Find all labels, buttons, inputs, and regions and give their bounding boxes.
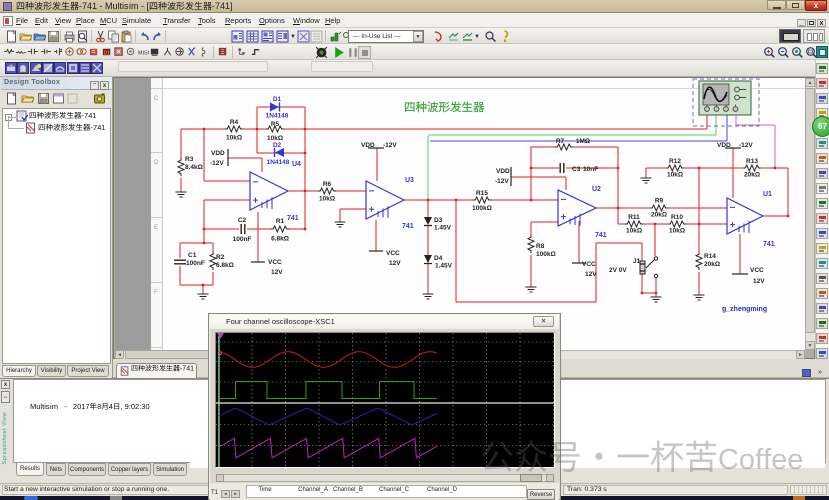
svg-text:R4: R4 [230, 119, 239, 126]
svg-text:U4: U4 [292, 161, 301, 168]
svg-text:-12V: -12V [383, 142, 397, 149]
svg-text:R1: R1 [276, 218, 285, 225]
svg-text:R10: R10 [671, 214, 683, 221]
svg-text:C: C [718, 444, 739, 476]
svg-text:1N4148: 1N4148 [266, 113, 289, 120]
svg-text:e: e [771, 444, 787, 476]
svg-text:D2: D2 [273, 142, 282, 149]
svg-text:12V: 12V [753, 278, 765, 285]
svg-text:1MΩ: 1MΩ [576, 138, 590, 145]
svg-text:D1: D1 [273, 96, 282, 103]
svg-text:C1: C1 [188, 252, 197, 259]
svg-text:R14: R14 [704, 253, 716, 260]
svg-text:U2: U2 [592, 186, 601, 193]
svg-text:VDD: VDD [361, 142, 375, 149]
svg-text:R7: R7 [556, 138, 565, 145]
svg-text:100nF: 100nF [186, 260, 205, 267]
svg-text:6.8kΩ: 6.8kΩ [271, 236, 289, 243]
svg-text:100nF: 100nF [233, 236, 252, 243]
svg-text:6.8kΩ: 6.8kΩ [216, 262, 234, 269]
svg-text:12V: 12V [389, 260, 401, 267]
svg-text:1N4148: 1N4148 [267, 159, 290, 166]
svg-text:10kΩ: 10kΩ [669, 228, 685, 235]
svg-text:g_zhengming: g_zhengming [722, 306, 767, 313]
svg-text:10nF: 10nF [583, 166, 598, 173]
svg-text:741: 741 [287, 215, 299, 222]
svg-text:R5: R5 [271, 121, 280, 128]
svg-text:R3: R3 [185, 156, 194, 163]
svg-text:100kΩ: 100kΩ [472, 205, 492, 212]
svg-text:10kΩ: 10kΩ [267, 135, 283, 142]
svg-text:VCC: VCC [386, 250, 400, 257]
svg-text:R6: R6 [323, 181, 332, 188]
svg-text:e: e [787, 444, 803, 476]
svg-text:1.45V: 1.45V [435, 263, 453, 270]
svg-text:U1: U1 [763, 191, 772, 198]
svg-text:D3: D3 [434, 217, 443, 224]
svg-text:-12V: -12V [739, 142, 753, 149]
svg-text:20kΩ: 20kΩ [704, 261, 720, 268]
svg-text:12V: 12V [585, 271, 597, 278]
svg-text:R12: R12 [669, 158, 681, 165]
svg-text:R13: R13 [746, 158, 758, 165]
svg-text:R8: R8 [536, 243, 545, 250]
svg-text:20kΩ: 20kΩ [651, 212, 667, 219]
svg-text:J1: J1 [633, 258, 641, 265]
svg-text:2V 0V: 2V 0V [609, 267, 627, 274]
svg-text:C3: C3 [572, 166, 581, 173]
svg-text:741: 741 [402, 223, 414, 230]
svg-text:10kΩ: 10kΩ [667, 172, 683, 179]
svg-text:U3: U3 [405, 177, 414, 184]
svg-text:o: o [739, 444, 755, 476]
svg-text:R9: R9 [655, 198, 664, 205]
svg-text:VCC: VCC [268, 259, 282, 266]
svg-text:VDD: VDD [211, 150, 225, 157]
svg-text:20kΩ: 20kΩ [744, 172, 760, 179]
svg-text:100kΩ: 100kΩ [536, 251, 556, 258]
svg-text:741: 741 [763, 241, 775, 248]
svg-text:R11: R11 [628, 214, 640, 221]
svg-text:-12V: -12V [495, 178, 509, 185]
svg-text:VCC: VCC [582, 261, 596, 268]
svg-text:C2: C2 [238, 217, 247, 224]
svg-text:741: 741 [595, 232, 607, 239]
svg-text:10kΩ: 10kΩ [319, 196, 335, 203]
svg-text:1.45V: 1.45V [434, 225, 452, 232]
svg-text:VCC: VCC [750, 267, 764, 274]
svg-text:10kΩ: 10kΩ [226, 135, 242, 142]
svg-text:R15: R15 [476, 190, 488, 197]
svg-text:VDD: VDD [717, 142, 731, 149]
svg-text:R2: R2 [216, 254, 225, 261]
svg-text:8.4kΩ: 8.4kΩ [185, 164, 203, 171]
svg-text:10kΩ: 10kΩ [626, 228, 642, 235]
svg-text:VDD: VDD [496, 168, 510, 175]
svg-text:-12V: -12V [210, 160, 224, 167]
svg-text:12V: 12V [271, 269, 283, 276]
svg-text:D4: D4 [434, 255, 443, 262]
